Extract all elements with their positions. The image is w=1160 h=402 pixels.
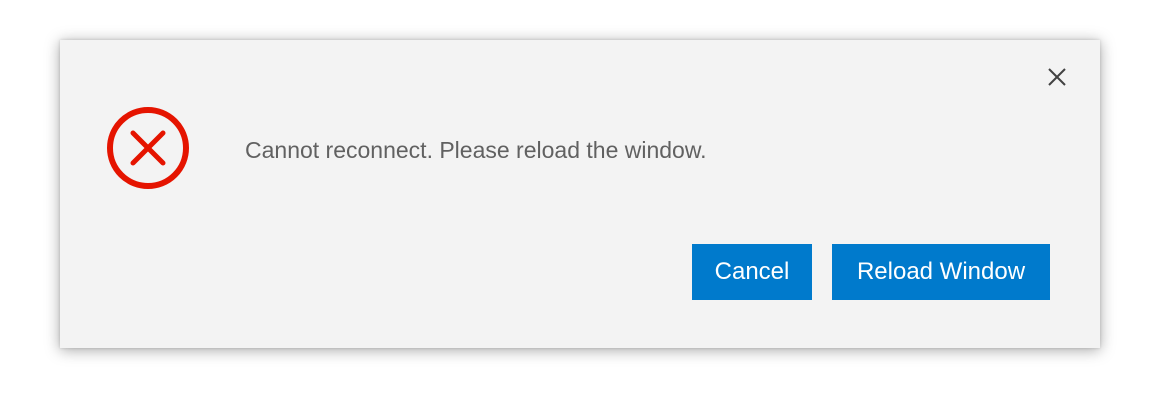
close-icon: [1048, 68, 1066, 86]
close-button[interactable]: [1046, 66, 1068, 88]
page: Cannot reconnect. Please reload the wind…: [0, 0, 1160, 402]
error-circle-x-icon: [106, 106, 190, 190]
reload-window-button[interactable]: Reload Window: [832, 244, 1050, 300]
dialog-message: Cannot reconnect. Please reload the wind…: [245, 137, 707, 163]
error-dialog: Cannot reconnect. Please reload the wind…: [60, 40, 1100, 348]
cancel-button[interactable]: Cancel: [692, 244, 812, 300]
dialog-actions: Cancel Reload Window: [692, 244, 1050, 300]
